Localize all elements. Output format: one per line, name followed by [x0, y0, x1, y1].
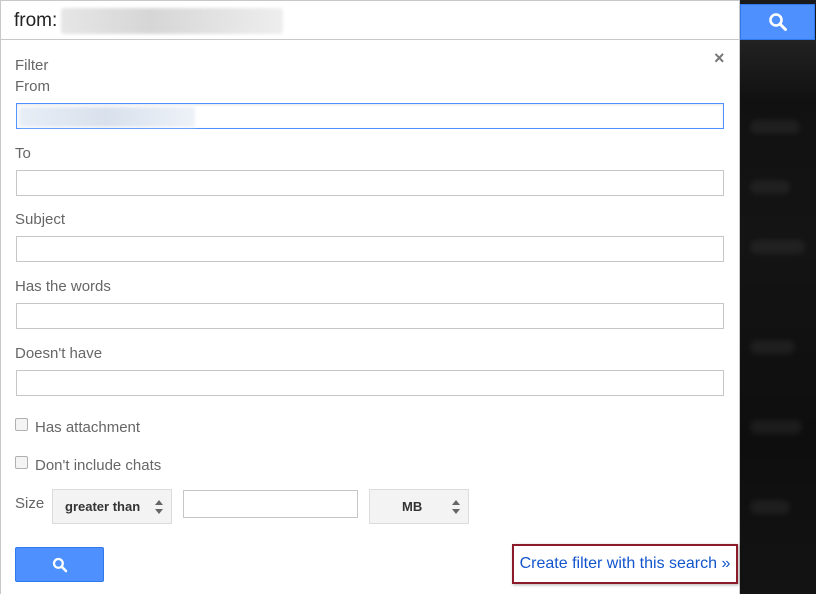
dont-include-chats-label: Don't include chats [35, 457, 162, 474]
size-unit-select[interactable]: MB [369, 489, 469, 524]
size-value-input[interactable] [183, 490, 358, 518]
create-filter-link[interactable]: Create filter with this search » [520, 555, 731, 573]
background-blur [750, 180, 790, 194]
updown-arrows-icon [155, 500, 163, 514]
background-blur [750, 340, 795, 354]
background-strip [740, 40, 816, 594]
search-icon [768, 13, 787, 31]
filter-search-button[interactable] [15, 547, 104, 582]
subject-label: Subject [15, 211, 66, 228]
to-field[interactable] [16, 170, 724, 196]
background-blur [750, 240, 805, 254]
background-blur [750, 120, 800, 134]
background-blur [750, 420, 802, 434]
redacted-from-value [19, 107, 195, 127]
close-icon[interactable]: × [714, 48, 725, 69]
size-comparator-select[interactable]: greater than [52, 489, 172, 524]
search-bar[interactable]: from: [0, 0, 740, 40]
has-words-field[interactable] [16, 303, 724, 329]
redacted-address [61, 8, 283, 34]
dont-include-chats-checkbox[interactable] [15, 456, 28, 469]
updown-arrows-icon [452, 500, 460, 514]
has-attachment-label: Has attachment [35, 419, 141, 436]
from-label: From [15, 78, 50, 95]
background-blur [750, 500, 790, 514]
search-submit-button[interactable] [740, 4, 815, 40]
create-filter-highlight: Create filter with this search » [512, 544, 738, 584]
search-query-text: from: [14, 10, 58, 31]
doesnt-have-field[interactable] [16, 370, 724, 396]
size-label: Size [15, 495, 45, 512]
doesnt-have-label: Doesn't have [15, 345, 103, 362]
filter-panel: × Filter From To Subject Has the words D… [0, 40, 740, 594]
size-unit-value: MB [402, 499, 423, 514]
to-label: To [15, 145, 31, 162]
has-attachment-checkbox[interactable] [15, 418, 28, 431]
search-icon [52, 557, 67, 572]
filter-title: Filter [15, 57, 49, 74]
has-words-label: Has the words [15, 278, 111, 295]
size-comparator-value: greater than [65, 499, 141, 514]
subject-field[interactable] [16, 236, 724, 262]
